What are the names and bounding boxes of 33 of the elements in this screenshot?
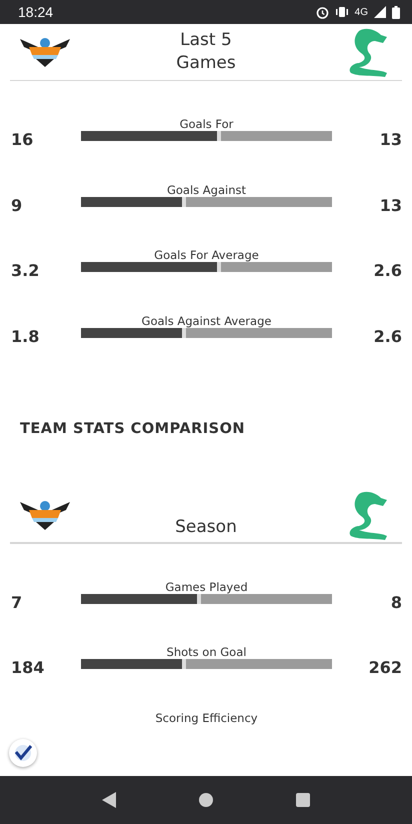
section-title: Last 5 Games [175, 28, 237, 75]
alarm-icon [316, 6, 329, 18]
section-title: Season [174, 516, 238, 540]
home-icon[interactable] [198, 792, 214, 808]
stat-label: Goals Against [166, 182, 246, 197]
stat-value: 13 [378, 130, 403, 150]
signal-icon [374, 6, 386, 18]
stat-value: 262 [368, 658, 403, 678]
stat-label: Scoring Efficiency [155, 710, 258, 725]
check-icon [13, 743, 33, 763]
stat-value: 2.6 [372, 326, 403, 346]
stat-label: Games Played [165, 580, 248, 594]
vibrate-icon [334, 6, 349, 18]
stat-value: 9 [10, 196, 24, 215]
stat-label: Goals For [180, 117, 234, 132]
stat-value: 184 [10, 658, 46, 678]
recents-icon[interactable] [295, 792, 312, 808]
stat-value: 1.8 [10, 326, 40, 346]
stat-value: 7 [10, 592, 24, 612]
stat-value: 3.2 [10, 261, 40, 280]
stat-label: Shots on Goal [166, 645, 246, 660]
verified-badge[interactable] [9, 739, 37, 767]
stat-label: Goals Against Average [142, 314, 272, 328]
stat-label: Goals For Average [154, 248, 259, 262]
stat-value: 2.6 [372, 261, 403, 280]
clock: 18:24 [18, 4, 54, 20]
stat-value: 16 [10, 130, 34, 150]
stat-value: 13 [378, 196, 403, 215]
stat-value: 8 [390, 592, 403, 612]
network-type: 4G [354, 6, 368, 18]
section-heading: TEAM STATS COMPARISON [19, 420, 246, 440]
back-icon[interactable] [100, 791, 117, 809]
battery-icon [392, 6, 400, 18]
